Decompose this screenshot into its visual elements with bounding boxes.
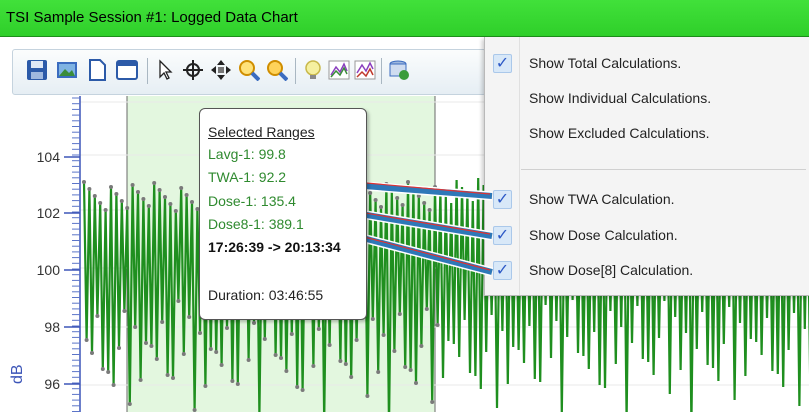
time-range: 17:26:39 -> 20:13:34 — [208, 239, 341, 255]
tooltip-heading: Selected Ranges — [208, 124, 315, 140]
dose8-value: Dose8-1: 389.1 — [208, 216, 304, 232]
duration-value: Duration: 03:46:55 — [208, 287, 324, 303]
lavg-value: Lavg-1: 99.8 — [208, 146, 286, 162]
selected-ranges-tooltip: Selected Ranges Lavg-1: 99.8 TWA-1: 92.2… — [199, 108, 367, 320]
annotation-arrows — [299, 177, 494, 277]
dose-value: Dose-1: 135.4 — [208, 193, 296, 209]
twa-value: TWA-1: 92.2 — [208, 169, 287, 185]
